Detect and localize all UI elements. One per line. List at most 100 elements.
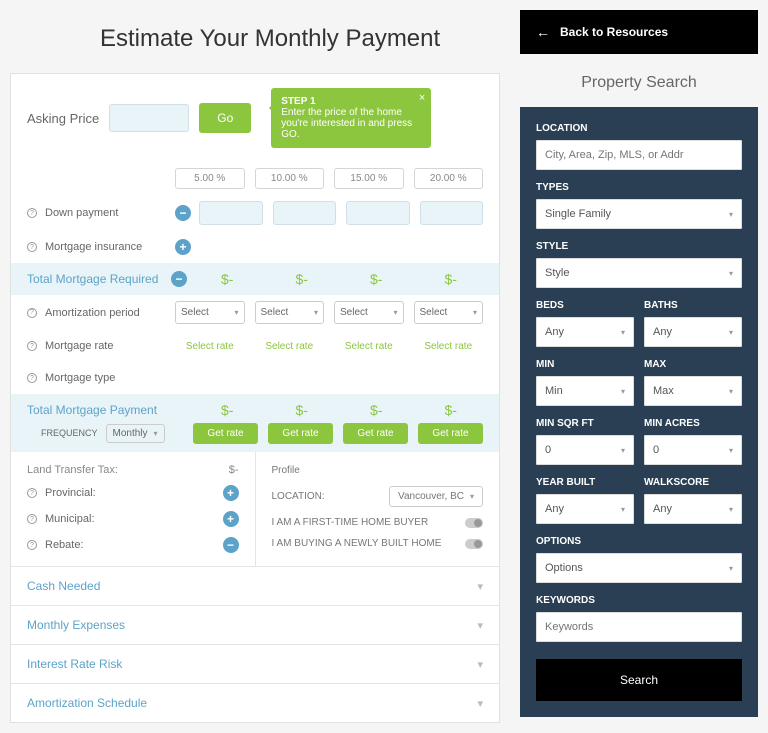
- amort-select-4[interactable]: Select: [414, 301, 484, 324]
- mortgage-type-row: Mortgage type: [11, 362, 499, 394]
- pct-5[interactable]: 5.00 %: [175, 168, 245, 189]
- dp-input-3[interactable]: [346, 201, 410, 225]
- plus-icon[interactable]: [223, 485, 239, 501]
- accordion-monthly-expenses[interactable]: Monthly Expenses: [11, 605, 499, 644]
- ltt-label: Land Transfer Tax:: [27, 464, 118, 476]
- municipal-label: Municipal:: [45, 513, 95, 525]
- chevron-down-icon: [477, 618, 483, 632]
- select-rate-1[interactable]: Select rate: [186, 341, 234, 352]
- select-rate-3[interactable]: Select rate: [345, 341, 393, 352]
- close-icon[interactable]: ×: [419, 92, 425, 104]
- new-build-toggle[interactable]: [465, 539, 483, 549]
- keywords-label: KEYWORDS: [536, 595, 742, 606]
- beds-select[interactable]: Any: [536, 317, 634, 347]
- tmp-val: $-: [344, 402, 409, 418]
- chevron-down-icon: [729, 326, 733, 338]
- tmr-val: $-: [344, 271, 409, 287]
- dp-input-4[interactable]: [420, 201, 484, 225]
- minus-icon[interactable]: [175, 205, 191, 221]
- down-payment-label: Down payment: [45, 207, 118, 219]
- pct-10[interactable]: 10.00 %: [255, 168, 325, 189]
- minacres-select[interactable]: 0: [644, 435, 742, 465]
- info-icon[interactable]: [27, 514, 37, 524]
- chevron-down-icon: [621, 503, 625, 515]
- select-rate-4[interactable]: Select rate: [424, 341, 472, 352]
- plus-icon[interactable]: [223, 511, 239, 527]
- amortization-label: Amortization period: [45, 307, 140, 319]
- walkscore-select[interactable]: Any: [644, 494, 742, 524]
- tmp-val: $-: [270, 402, 335, 418]
- total-mortgage-required: Total Mortgage Required $- $- $- $-: [11, 263, 499, 295]
- mortgage-insurance-label: Mortgage insurance: [45, 241, 142, 253]
- amort-select-1[interactable]: Select: [175, 301, 245, 324]
- options-label: OPTIONS: [536, 536, 742, 547]
- chevron-down-icon: [729, 208, 733, 220]
- accordion-interest-rate-risk[interactable]: Interest Rate Risk: [11, 644, 499, 683]
- tmr-label: Total Mortgage Required: [27, 272, 158, 286]
- property-search: LOCATION TYPES Single Family STYLE Style…: [520, 107, 758, 717]
- info-icon[interactable]: [27, 242, 37, 252]
- down-payment-row: Down payment: [11, 195, 499, 231]
- info-icon[interactable]: [27, 341, 37, 351]
- get-rate-2[interactable]: Get rate: [268, 423, 333, 444]
- loc-label: LOCATION:: [272, 491, 325, 502]
- get-rate-4[interactable]: Get rate: [418, 423, 483, 444]
- accordion-cash-needed[interactable]: Cash Needed: [11, 566, 499, 605]
- minus-icon[interactable]: [223, 537, 239, 553]
- min-select[interactable]: Min: [536, 376, 634, 406]
- keywords-input[interactable]: [536, 612, 742, 642]
- chevron-down-icon: [729, 267, 733, 279]
- go-button[interactable]: Go: [199, 103, 251, 133]
- select-rate-2[interactable]: Select rate: [265, 341, 313, 352]
- info-icon[interactable]: [27, 488, 37, 498]
- max-select[interactable]: Max: [644, 376, 742, 406]
- get-rate-1[interactable]: Get rate: [193, 423, 258, 444]
- pct-20[interactable]: 20.00 %: [414, 168, 484, 189]
- pct-15[interactable]: 15.00 %: [334, 168, 404, 189]
- chevron-down-icon: [621, 385, 625, 397]
- style-label: STYLE: [536, 241, 742, 252]
- location-select[interactable]: Vancouver, BC: [389, 486, 483, 507]
- yearbuilt-select[interactable]: Any: [536, 494, 634, 524]
- get-rate-3[interactable]: Get rate: [343, 423, 408, 444]
- minus-icon[interactable]: [171, 271, 187, 287]
- chevron-down-icon: [473, 307, 477, 318]
- page-title: Estimate Your Monthly Payment: [10, 25, 500, 53]
- asking-label: Asking Price: [27, 111, 99, 126]
- asking-price-input[interactable]: [109, 104, 189, 132]
- profile-label: Profile: [272, 465, 300, 476]
- plus-icon[interactable]: [175, 239, 191, 255]
- tmr-val: $-: [195, 271, 260, 287]
- options-select[interactable]: Options: [536, 553, 742, 583]
- back-button[interactable]: Back to Resources: [520, 10, 758, 54]
- accordion-amortization-schedule[interactable]: Amortization Schedule: [11, 683, 499, 722]
- minsqft-label: MIN SQR FT: [536, 418, 634, 429]
- tooltip-step: STEP 1: [281, 96, 421, 107]
- amort-select-2[interactable]: Select: [255, 301, 325, 324]
- dp-input-2[interactable]: [273, 201, 337, 225]
- frequency-select[interactable]: Monthly: [106, 424, 165, 443]
- baths-select[interactable]: Any: [644, 317, 742, 347]
- style-select[interactable]: Style: [536, 258, 742, 288]
- tmr-val: $-: [419, 271, 484, 287]
- calculator: Asking Price Go × STEP 1 Enter the price…: [10, 73, 500, 723]
- minacres-label: MIN ACRES: [644, 418, 742, 429]
- chevron-down-icon: [729, 562, 733, 574]
- max-label: MAX: [644, 359, 742, 370]
- tmr-val: $-: [270, 271, 335, 287]
- location-input[interactable]: [536, 140, 742, 170]
- freq-label: FREQUENCY: [41, 428, 98, 438]
- info-icon[interactable]: [27, 540, 37, 550]
- info-icon[interactable]: [27, 308, 37, 318]
- search-button[interactable]: Search: [536, 659, 742, 701]
- amort-select-3[interactable]: Select: [334, 301, 404, 324]
- types-select[interactable]: Single Family: [536, 199, 742, 229]
- amortization-row: Amortization period Select Select Select…: [11, 295, 499, 330]
- total-mortgage-payment: Total Mortgage Payment $- $- $- $-: [11, 394, 499, 420]
- chevron-down-icon: [477, 579, 483, 593]
- info-icon[interactable]: [27, 373, 37, 383]
- first-time-toggle[interactable]: [465, 518, 483, 528]
- minsqft-select[interactable]: 0: [536, 435, 634, 465]
- info-icon[interactable]: [27, 208, 37, 218]
- dp-input-1[interactable]: [199, 201, 263, 225]
